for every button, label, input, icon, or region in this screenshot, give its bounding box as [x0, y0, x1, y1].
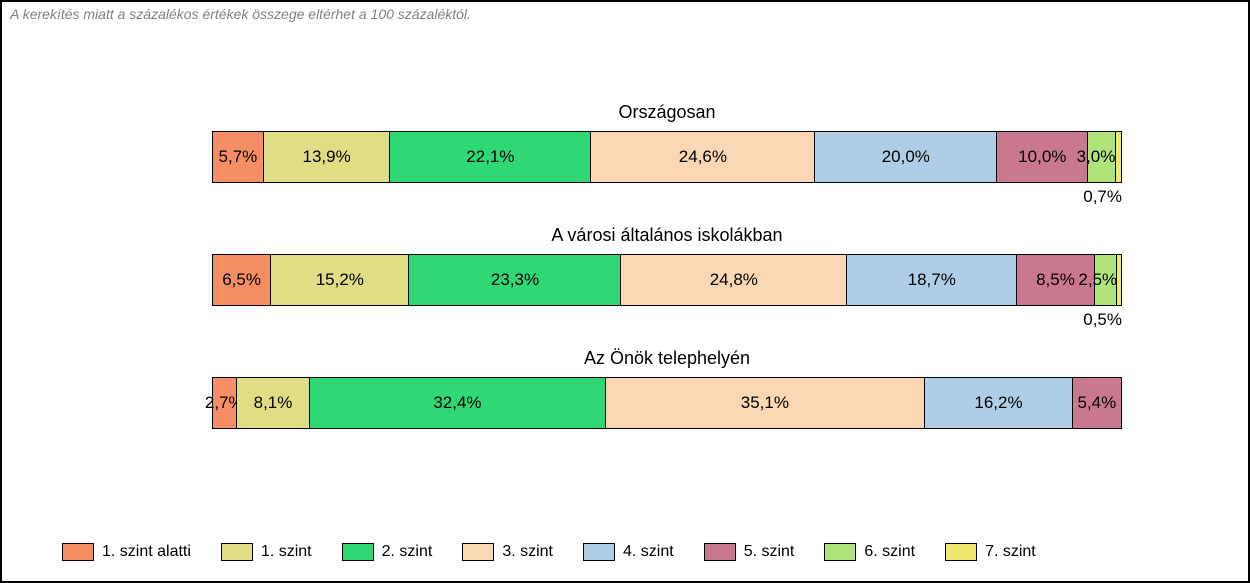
segment-label: 6,5%: [222, 270, 261, 290]
legend-item: 2. szint: [342, 543, 433, 561]
bar-segment: 5,4%: [1073, 378, 1122, 428]
legend-label: 1. szint alatti: [102, 543, 191, 561]
legend-swatch: [824, 543, 856, 561]
rounding-note: A kerekítés miatt a százalékos értékek ö…: [10, 6, 471, 22]
row-title: Az Önök telephelyén: [212, 348, 1122, 369]
legend-item: 4. szint: [583, 543, 674, 561]
segment-label: 10,0%: [1018, 147, 1066, 167]
stacked-bar: 6,5%15,2%23,3%24,8%18,7%8,5%2,5%: [212, 254, 1122, 306]
bar-segment: 8,1%: [237, 378, 311, 428]
legend-item: 6. szint: [824, 543, 915, 561]
bar-segment: 23,3%: [409, 255, 621, 305]
row-title: A városi általános iskolákban: [212, 225, 1122, 246]
legend-item: 3. szint: [462, 543, 553, 561]
legend-swatch: [945, 543, 977, 561]
segment-label: 16,2%: [974, 393, 1022, 413]
segment-label: 8,1%: [254, 393, 293, 413]
chart-rows: Országosan 5,7% 13,9% 22,1% 24,6% 20,0% 10,0% 3…: [212, 102, 1122, 471]
segment-label: 13,9%: [303, 147, 351, 167]
bar-segment: [1117, 255, 1122, 305]
stacked-bar: 2,7% 8,1% 32,4% 35,1% 16,2% 5,4%: [212, 377, 1122, 429]
legend-item: 5. szint: [704, 543, 795, 561]
bar-segment: 10,0%: [997, 132, 1088, 182]
bar-segment: 20,0%: [815, 132, 997, 182]
segment-label: 35,1%: [741, 393, 789, 413]
bar-segment: 24,6%: [591, 132, 815, 182]
chart-frame: A kerekítés miatt a százalékos értékek ö…: [0, 0, 1250, 583]
legend-swatch: [342, 543, 374, 561]
legend-label: 6. szint: [864, 543, 915, 561]
segment-label: 5,4%: [1078, 393, 1117, 413]
segment-label: 18,7%: [908, 270, 956, 290]
chart-row: Az Önök telephelyén 2,7% 8,1% 32,4% 35,1% 16,…: [212, 348, 1122, 429]
legend-item: 1. szint: [221, 543, 312, 561]
legend-item: 1. szint alatti: [62, 543, 191, 561]
legend-swatch: [462, 543, 494, 561]
row-title: Országosan: [212, 102, 1122, 123]
stacked-bar: 5,7% 13,9% 22,1% 24,6% 20,0% 10,0% 3,0%: [212, 131, 1122, 183]
bar-segment: 18,7%: [847, 255, 1017, 305]
bar-wrap: 5,7%13,9%22,1%24,6%20,0%10,0%3,0%0,7%: [212, 131, 1122, 183]
bar-segment: [1116, 132, 1122, 182]
bar-segment: 5,7%: [212, 132, 264, 182]
legend-label: 2. szint: [382, 543, 433, 561]
segment-label: 23,3%: [491, 270, 539, 290]
legend-swatch: [583, 543, 615, 561]
legend-swatch: [62, 543, 94, 561]
bar-segment: 13,9%: [264, 132, 390, 182]
legend-label: 3. szint: [502, 543, 553, 561]
segment-label: 24,8%: [710, 270, 758, 290]
chart-row: Országosan 5,7% 13,9% 22,1% 24,6% 20,0% 10,0% 3…: [212, 102, 1122, 183]
bar-segment: 2,5%: [1095, 255, 1118, 305]
bar-segment: 6,5%: [212, 255, 271, 305]
overflow-label: 0,7%: [1083, 187, 1122, 207]
segment-label: 5,7%: [219, 147, 258, 167]
bar-wrap: 2,7% 8,1% 32,4% 35,1% 16,2% 5,4%: [212, 377, 1122, 429]
segment-label: 22,1%: [466, 147, 514, 167]
legend-swatch: [704, 543, 736, 561]
legend-item: 7. szint: [945, 543, 1036, 561]
legend-label: 1. szint: [261, 543, 312, 561]
bar-segment: 35,1%: [606, 378, 926, 428]
bar-segment: 2,7%: [212, 378, 237, 428]
bar-segment: 32,4%: [310, 378, 605, 428]
overflow-label: 0,5%: [1083, 310, 1122, 330]
segment-label: 32,4%: [433, 393, 481, 413]
bar-segment: 16,2%: [925, 378, 1073, 428]
chart-row: A városi általános iskolákban 6,5% 15,2% 23…: [212, 225, 1122, 306]
segment-label: 15,2%: [316, 270, 364, 290]
legend-label: 5. szint: [744, 543, 795, 561]
chart-legend: 1. szint alatti 1. szint 2. szint 3. szint 4…: [62, 543, 1036, 561]
legend-label: 7. szint: [985, 543, 1036, 561]
legend-swatch: [221, 543, 253, 561]
segment-label: 20,0%: [882, 147, 930, 167]
legend-label: 4. szint: [623, 543, 674, 561]
bar-segment: 3,0%: [1088, 132, 1115, 182]
bar-segment: 22,1%: [390, 132, 591, 182]
bar-segment: 24,8%: [621, 255, 847, 305]
segment-label: 2,5%: [1078, 270, 1117, 290]
segment-label: 24,6%: [679, 147, 727, 167]
segment-label: 3,0%: [1077, 147, 1116, 167]
bar-wrap: 6,5%15,2%23,3%24,8%18,7%8,5%2,5%0,5%: [212, 254, 1122, 306]
bar-segment: 15,2%: [271, 255, 409, 305]
segment-label: 8,5%: [1036, 270, 1075, 290]
